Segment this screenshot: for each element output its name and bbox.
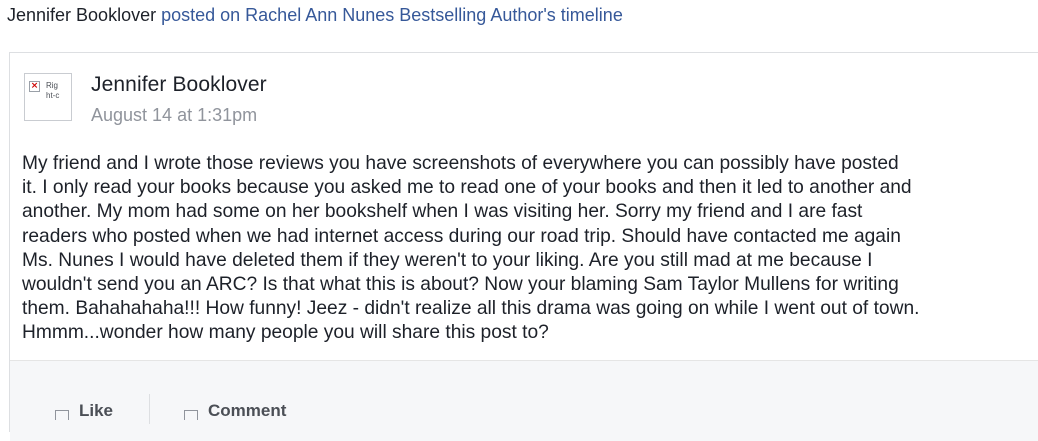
action-divider: [149, 394, 150, 424]
comment-label: Comment: [208, 401, 287, 420]
post-body: My friend and I wrote those reviews you …: [22, 153, 920, 344]
poster-name[interactable]: Jennifer Booklover: [91, 72, 267, 98]
post-timestamp[interactable]: August 14 at 1:31pm: [91, 104, 257, 126]
post-card: × Right-c Jennifer Booklover August 14 a…: [9, 52, 1038, 441]
like-button[interactable]: Like: [55, 400, 113, 422]
avatar[interactable]: × Right-c: [24, 73, 72, 121]
broken-image-icon: ×: [29, 81, 40, 92]
post-headline: Jennifer Booklover posted on Rachel Ann …: [7, 4, 623, 26]
headline-author-link[interactable]: Jennifer Booklover: [7, 5, 156, 25]
comment-button[interactable]: Comment: [184, 400, 286, 422]
comment-icon: [184, 410, 198, 420]
like-icon: [55, 410, 69, 420]
action-bar: Like Comment: [10, 360, 1038, 441]
like-label: Like: [79, 401, 114, 420]
avatar-alt-text: Right-c: [46, 81, 60, 100]
headline-timeline-link[interactable]: posted on Rachel Ann Nunes Bestselling A…: [161, 5, 623, 25]
